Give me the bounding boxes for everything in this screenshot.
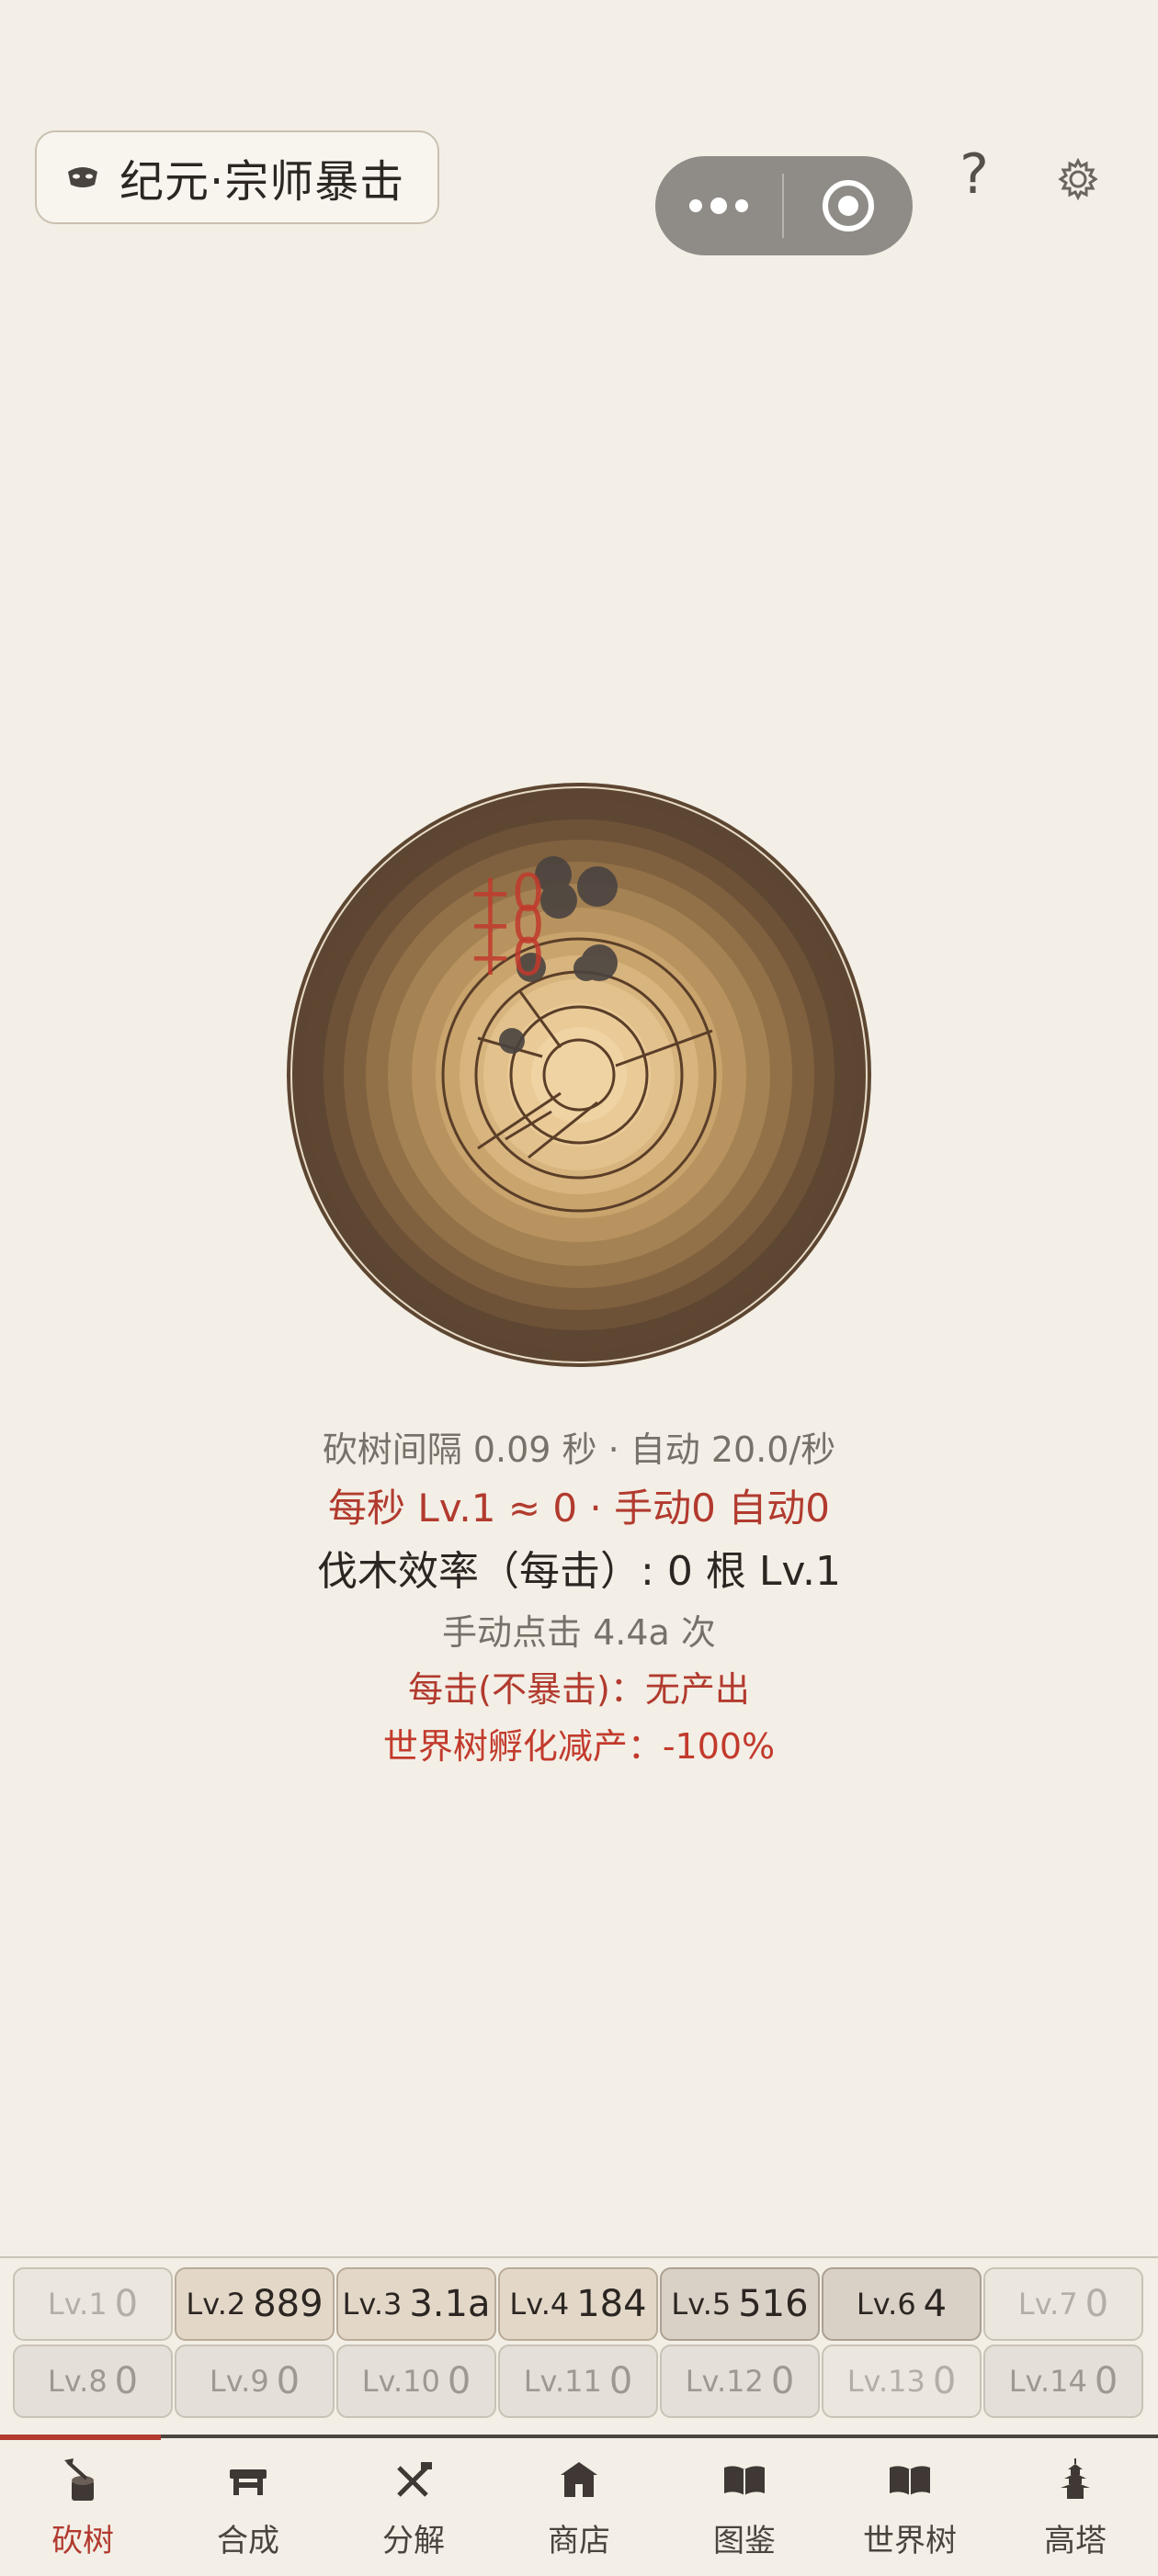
level-slot-7[interactable]: Lv.7 0 (983, 2267, 1143, 2341)
mini-program-capsule (655, 156, 913, 255)
chop-interval-text: 砍树间隔 0.09 秒 · 自动 20.0/秒 (322, 1429, 836, 1470)
more-menu-button[interactable] (655, 156, 782, 255)
level-count: 516 (738, 2283, 809, 2325)
close-program-button[interactable] (784, 156, 913, 255)
manual-clicks-text: 手动点击 4.4a 次 (442, 1612, 716, 1653)
bottom-tab-bar: 砍树 合成 分解 商店 图鉴 世界树 高塔 (0, 2435, 1158, 2576)
level-slot-4[interactable]: Lv.4 184 (498, 2267, 658, 2341)
level-inventory: Lv.1 0 Lv.2 889 Lv.3 3.1a Lv.4 184 Lv.5 516 L… (0, 2256, 1158, 2435)
tab-label: 世界树 (863, 2523, 957, 2559)
era-title: 纪元·宗师暴击 (119, 156, 405, 208)
level-name: Lv.5 (671, 2287, 732, 2322)
pagoda-icon (1050, 2455, 1101, 2506)
tab-shop[interactable]: 商店 (496, 2438, 662, 2576)
target-close-icon (823, 180, 874, 232)
level-count: 0 (608, 2360, 633, 2402)
level-name: Lv.11 (523, 2364, 602, 2399)
level-count: 0 (114, 2283, 139, 2325)
level-slot-6[interactable]: Lv.6 4 (822, 2267, 982, 2341)
era-badge[interactable]: 纪元·宗师暴击 (35, 130, 439, 224)
level-count: 0 (1094, 2360, 1118, 2402)
stats-panel: 砍树间隔 0.09 秒 · 自动 20.0/秒 每秒 Lv.1 ≈ 0 · 手动… (0, 1422, 1158, 1775)
level-name: Lv.12 (685, 2364, 764, 2399)
help-button[interactable]: ? (951, 138, 997, 211)
level-count: 889 (253, 2283, 324, 2325)
level-count: 0 (932, 2360, 957, 2402)
tab-label: 分解 (382, 2523, 445, 2559)
level-slot-3[interactable]: Lv.3 3.1a (336, 2267, 496, 2341)
tab-label: 砍树 (51, 2523, 114, 2559)
level-name: Lv.8 (47, 2364, 108, 2399)
tab-world-tree[interactable]: 世界树 (827, 2438, 993, 2576)
level-count: 0 (1084, 2283, 1109, 2325)
level-slot-2[interactable]: Lv.2 889 (175, 2267, 335, 2341)
world-tree-penalty-text: 世界树孵化减产：-100% (382, 1726, 776, 1767)
level-slot-14[interactable]: Lv.14 0 (983, 2344, 1143, 2418)
level-slot-10[interactable]: Lv.10 0 (336, 2344, 496, 2418)
tab-label: 合成 (217, 2523, 279, 2559)
tab-craft[interactable]: 合成 (165, 2438, 331, 2576)
axe-stump-icon (57, 2455, 108, 2506)
level-name: Lv.7 (1017, 2287, 1078, 2322)
level-count: 0 (276, 2360, 301, 2402)
level-name: Lv.6 (856, 2287, 916, 2322)
tab-codex[interactable]: 图鉴 (662, 2438, 827, 2576)
tab-chop-tree[interactable]: 砍树 (0, 2435, 165, 2576)
level-name: Lv.9 (209, 2364, 269, 2399)
level-name: Lv.14 (1008, 2364, 1087, 2399)
tab-label: 商店 (548, 2523, 610, 2559)
tab-decompose[interactable]: 分解 (331, 2438, 496, 2576)
level-name: Lv.3 (342, 2287, 403, 2322)
level-name: Lv.13 (846, 2364, 925, 2399)
level-slot-11[interactable]: Lv.11 0 (498, 2344, 658, 2418)
mask-icon (64, 159, 101, 196)
tab-label: 图鉴 (713, 2523, 776, 2559)
level-count: 4 (923, 2283, 948, 2325)
tab-tower[interactable]: 高塔 (993, 2438, 1158, 2576)
level-count: 184 (576, 2283, 647, 2325)
per-hit-text: 每击(不暴击)：无产出 (408, 1669, 750, 1710)
level-name: Lv.10 (361, 2364, 440, 2399)
level-slot-5[interactable]: Lv.5 516 (660, 2267, 820, 2341)
level-slot-13[interactable]: Lv.13 0 (822, 2344, 982, 2418)
per-second-text: 每秒 Lv.1 ≈ 0 · 手动0 自动0 (328, 1486, 830, 1531)
workbench-icon (222, 2455, 274, 2506)
level-count: 0 (770, 2360, 795, 2402)
level-name: Lv.4 (509, 2287, 570, 2322)
level-slot-9[interactable]: Lv.9 0 (175, 2344, 335, 2418)
level-slot-1[interactable]: Lv.1 0 (13, 2267, 173, 2341)
tree-stump[interactable] (285, 781, 873, 1369)
level-name: Lv.1 (47, 2287, 108, 2322)
book-icon (884, 2455, 936, 2506)
tab-label: 高塔 (1044, 2523, 1107, 2559)
level-slot-12[interactable]: Lv.12 0 (660, 2344, 820, 2418)
level-count: 0 (114, 2360, 139, 2402)
efficiency-text: 伐木效率（每击）: 0 根 Lv.1 (317, 1548, 841, 1595)
level-name: Lv.2 (186, 2287, 246, 2322)
level-count: 3.1a (409, 2283, 491, 2325)
floating-gain-text: +0 (469, 928, 545, 988)
level-slot-8[interactable]: Lv.8 0 (13, 2344, 173, 2418)
book-icon (719, 2455, 770, 2506)
level-count: 0 (447, 2360, 471, 2402)
shop-icon (553, 2455, 605, 2506)
tools-icon (388, 2455, 439, 2506)
gear-icon[interactable] (1057, 157, 1099, 201)
more-dots-icon (689, 198, 748, 214)
